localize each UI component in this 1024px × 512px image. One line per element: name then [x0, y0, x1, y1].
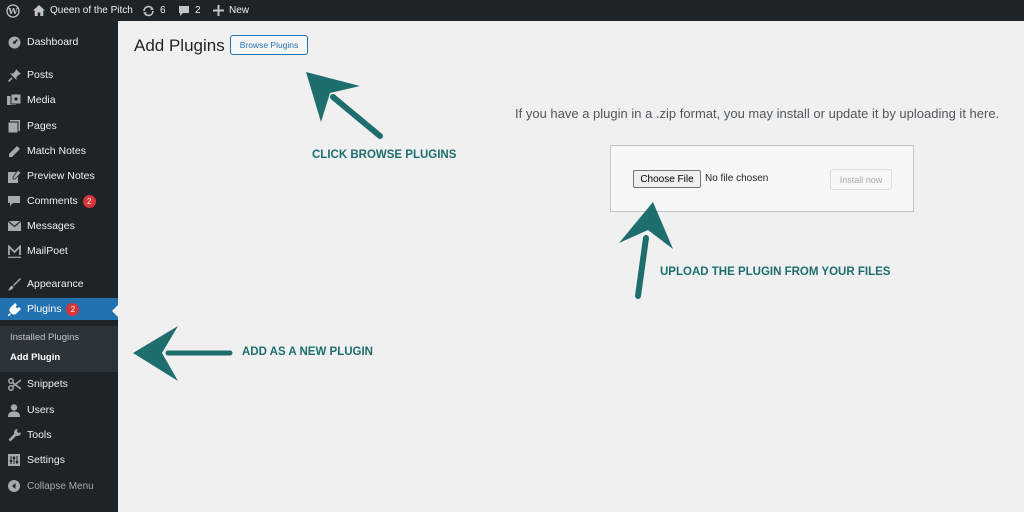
annotation-arrows: [133, 72, 673, 381]
annotation-upload-plugin: UPLOAD THE PLUGIN FROM YOUR FILES: [660, 266, 891, 278]
add-plugin-arrow-icon: [133, 326, 233, 381]
annotation-add-new-plugin: ADD AS A NEW PLUGIN: [242, 346, 373, 358]
annotation-click-browse: CLICK BROWSE PLUGINS: [312, 149, 457, 161]
browse-arrow-icon: [306, 72, 383, 139]
upload-arrow-icon: [619, 202, 673, 299]
